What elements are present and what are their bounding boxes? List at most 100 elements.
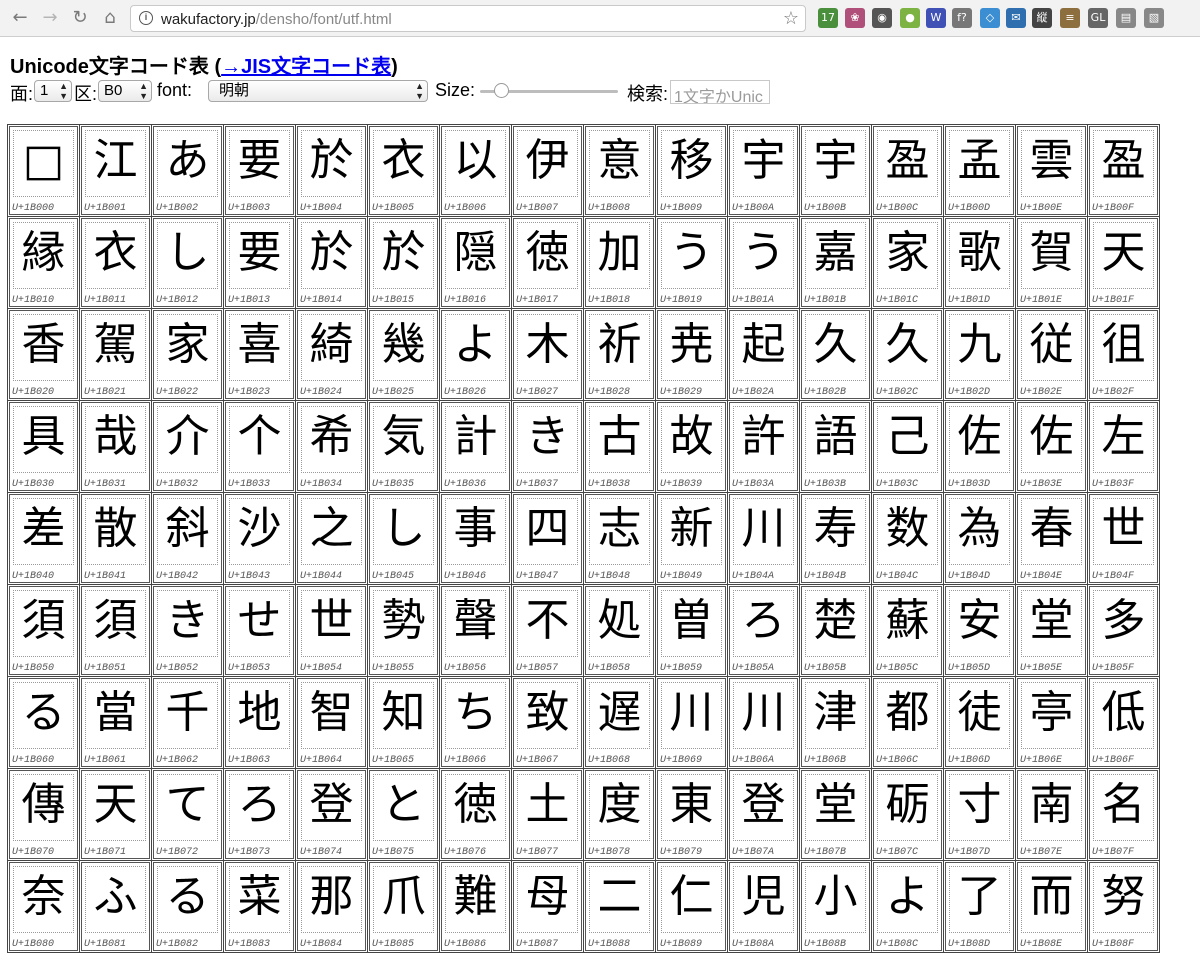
glyph-cell[interactable]: 宇 U+1B00B	[800, 125, 872, 217]
glyph-cell[interactable]: 隠 U+1B016	[440, 217, 512, 309]
glyph-cell[interactable]: 為 U+1B04D	[944, 493, 1016, 585]
glyph-cell[interactable]: 聲 U+1B056	[440, 585, 512, 677]
glyph-cell[interactable]: 天 U+1B01F	[1088, 217, 1160, 309]
glyph-cell[interactable]: 喜 U+1B023	[224, 309, 296, 401]
glyph-cell[interactable]: 駕 U+1B021	[80, 309, 152, 401]
glyph-cell[interactable]: 安 U+1B05D	[944, 585, 1016, 677]
glyph-cell[interactable]: 天 U+1B071	[80, 769, 152, 861]
glyph-cell[interactable]: 木 U+1B027	[512, 309, 584, 401]
glyph-cell[interactable]: き U+1B037	[512, 401, 584, 493]
glyph-cell[interactable]: 登 U+1B074	[296, 769, 368, 861]
glyph-cell[interactable]: 知 U+1B065	[368, 677, 440, 769]
glyph-cell[interactable]: 許 U+1B03A	[728, 401, 800, 493]
glyph-cell[interactable]: 処 U+1B058	[584, 585, 656, 677]
glyph-cell[interactable]: 故 U+1B039	[656, 401, 728, 493]
we-ext-icon[interactable]: W	[926, 8, 946, 28]
glyph-cell[interactable]: 佐 U+1B03D	[944, 401, 1016, 493]
glyph-cell[interactable]: 幾 U+1B025	[368, 309, 440, 401]
glyph-cell[interactable]: 児 U+1B08A	[728, 861, 800, 953]
slider-thumb[interactable]	[494, 83, 509, 98]
back-icon[interactable]: ←	[8, 6, 32, 30]
glyph-cell[interactable]: 砺 U+1B07C	[872, 769, 944, 861]
mail-ext-icon[interactable]: ✉	[1006, 8, 1026, 28]
glyph-cell[interactable]: 小 U+1B08B	[800, 861, 872, 953]
address-bar[interactable]: i wakufactory.jp/densho/font/utf.html ☆	[130, 5, 806, 32]
glyph-cell[interactable]: し U+1B012	[152, 217, 224, 309]
glyph-cell[interactable]: 徳 U+1B017	[512, 217, 584, 309]
glyph-cell[interactable]: 不 U+1B057	[512, 585, 584, 677]
glyph-cell[interactable]: □ U+1B000	[8, 125, 80, 217]
glyph-cell[interactable]: 川 U+1B06A	[728, 677, 800, 769]
glyph-cell[interactable]: 楚 U+1B05B	[800, 585, 872, 677]
glyph-cell[interactable]: 従 U+1B02E	[1016, 309, 1088, 401]
glyph-cell[interactable]: 己 U+1B03C	[872, 401, 944, 493]
glyph-cell[interactable]: 菜 U+1B083	[224, 861, 296, 953]
glyph-cell[interactable]: 香 U+1B020	[8, 309, 80, 401]
reload-icon[interactable]: ↻	[68, 6, 92, 30]
glyph-cell[interactable]: 語 U+1B03B	[800, 401, 872, 493]
calendar-ext-icon[interactable]: 17	[818, 8, 838, 28]
glyph-cell[interactable]: 佐 U+1B03E	[1016, 401, 1088, 493]
doc-ext-icon[interactable]: ▤	[1116, 8, 1136, 28]
glyph-cell[interactable]: よ U+1B08C	[872, 861, 944, 953]
page-ext-icon[interactable]: ≡	[1060, 8, 1080, 28]
glyph-cell[interactable]: 事 U+1B046	[440, 493, 512, 585]
glyph-cell[interactable]: と U+1B075	[368, 769, 440, 861]
glyph-cell[interactable]: 散 U+1B041	[80, 493, 152, 585]
glyph-cell[interactable]: う U+1B01A	[728, 217, 800, 309]
glyph-cell[interactable]: 衣 U+1B011	[80, 217, 152, 309]
glyph-cell[interactable]: 南 U+1B07E	[1016, 769, 1088, 861]
glyph-cell[interactable]: 伊 U+1B007	[512, 125, 584, 217]
glyph-cell[interactable]: 奈 U+1B080	[8, 861, 80, 953]
glyph-cell[interactable]: 賀 U+1B01E	[1016, 217, 1088, 309]
glyph-cell[interactable]: 東 U+1B079	[656, 769, 728, 861]
glyph-cell[interactable]: 於 U+1B015	[368, 217, 440, 309]
bookmark-star-icon[interactable]: ☆	[783, 8, 799, 29]
glyph-cell[interactable]: 尭 U+1B029	[656, 309, 728, 401]
glyph-cell[interactable]: 須 U+1B050	[8, 585, 80, 677]
glyph-cell[interactable]: 気 U+1B035	[368, 401, 440, 493]
forward-icon[interactable]: →	[38, 6, 62, 30]
glyph-cell[interactable]: 志 U+1B048	[584, 493, 656, 585]
glyph-cell[interactable]: 須 U+1B051	[80, 585, 152, 677]
glyph-cell[interactable]: 了 U+1B08D	[944, 861, 1016, 953]
glyph-cell[interactable]: 徂 U+1B02F	[1088, 309, 1160, 401]
glyph-cell[interactable]: 九 U+1B02D	[944, 309, 1016, 401]
glyph-cell[interactable]: 祈 U+1B028	[584, 309, 656, 401]
glyph-cell[interactable]: き U+1B052	[152, 585, 224, 677]
glyph-cell[interactable]: 川 U+1B069	[656, 677, 728, 769]
search-input[interactable]: 1文字かUnic	[670, 80, 770, 104]
glyph-cell[interactable]: 以 U+1B006	[440, 125, 512, 217]
jis-table-link[interactable]: →JIS文字コード表	[221, 56, 391, 78]
glyph-cell[interactable]: 母 U+1B087	[512, 861, 584, 953]
home-icon[interactable]: ⌂	[98, 6, 122, 30]
glyph-cell[interactable]: 久 U+1B02B	[800, 309, 872, 401]
glyph-cell[interactable]: 計 U+1B036	[440, 401, 512, 493]
info-icon[interactable]: i	[139, 11, 153, 25]
glyph-cell[interactable]: 家 U+1B01C	[872, 217, 944, 309]
glyph-cell[interactable]: 津 U+1B06B	[800, 677, 872, 769]
glyph-cell[interactable]: 意 U+1B008	[584, 125, 656, 217]
glyph-cell[interactable]: 歌 U+1B01D	[944, 217, 1016, 309]
glyph-cell[interactable]: ち U+1B066	[440, 677, 512, 769]
glyph-cell[interactable]: 蘇 U+1B05C	[872, 585, 944, 677]
glyph-cell[interactable]: 登 U+1B07A	[728, 769, 800, 861]
glyph-cell[interactable]: 堂 U+1B05E	[1016, 585, 1088, 677]
glyph-cell[interactable]: 努 U+1B08F	[1088, 861, 1160, 953]
glyph-cell[interactable]: 古 U+1B038	[584, 401, 656, 493]
glyph-cell[interactable]: 介 U+1B032	[152, 401, 224, 493]
glyph-cell[interactable]: 亭 U+1B06E	[1016, 677, 1088, 769]
glyph-cell[interactable]: 移 U+1B009	[656, 125, 728, 217]
glyph-cell[interactable]: 地 U+1B063	[224, 677, 296, 769]
glyph-cell[interactable]: 具 U+1B030	[8, 401, 80, 493]
glyph-cell[interactable]: 孟 U+1B00D	[944, 125, 1016, 217]
glyph-cell[interactable]: 低 U+1B06F	[1088, 677, 1160, 769]
glyph-cell[interactable]: よ U+1B026	[440, 309, 512, 401]
glyph-cell[interactable]: 之 U+1B044	[296, 493, 368, 585]
glyph-cell[interactable]: 加 U+1B018	[584, 217, 656, 309]
glyph-cell[interactable]: る U+1B082	[152, 861, 224, 953]
glyph-cell[interactable]: ふ U+1B081	[80, 861, 152, 953]
glyph-cell[interactable]: 千 U+1B062	[152, 677, 224, 769]
glyph-cell[interactable]: 綺 U+1B024	[296, 309, 368, 401]
glyph-cell[interactable]: 土 U+1B077	[512, 769, 584, 861]
